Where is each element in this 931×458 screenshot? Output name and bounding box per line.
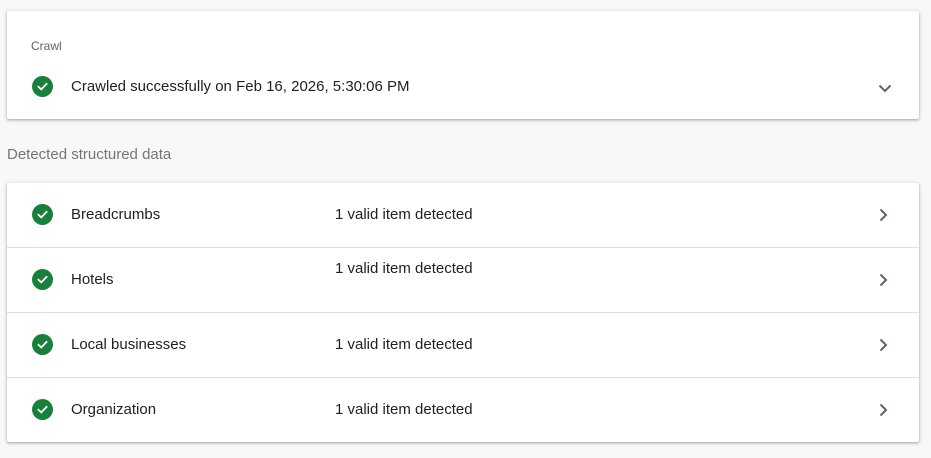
chevron-right-icon[interactable] (875, 207, 891, 223)
chevron-down-icon[interactable] (877, 80, 893, 96)
structured-data-status: 1 valid item detected (335, 401, 473, 418)
check-circle-icon (32, 204, 53, 225)
structured-data-name: Local businesses (71, 336, 187, 353)
chevron-right-icon[interactable] (875, 402, 891, 418)
crawl-status-row[interactable]: Crawled successfully on Feb 16, 2026, 5:… (7, 75, 919, 119)
crawl-card: Crawl Crawled successfully on Feb 16, 20… (7, 11, 919, 119)
check-circle-icon (32, 334, 53, 355)
structured-data-name: Hotels (71, 271, 114, 288)
structured-data-status: 1 valid item detected (335, 206, 473, 223)
structured-data-card: Breadcrumbs 1 valid item detected Hotels… (7, 183, 919, 442)
crawl-status-text: Crawled successfully on Feb 16, 2026, 5:… (71, 78, 410, 95)
check-circle-icon (32, 269, 53, 290)
structured-data-row-local-businesses[interactable]: Local businesses 1 valid item detected (7, 313, 919, 378)
structured-data-row-hotels[interactable]: Hotels 1 valid item detected (7, 248, 919, 313)
structured-data-heading: Detected structured data (7, 146, 172, 163)
chevron-right-icon[interactable] (875, 337, 891, 353)
structured-data-status: 1 valid item detected (335, 260, 473, 277)
check-circle-icon (32, 399, 53, 420)
chevron-right-icon[interactable] (875, 272, 891, 288)
structured-data-row-breadcrumbs[interactable]: Breadcrumbs 1 valid item detected (7, 183, 919, 248)
structured-data-row-organization[interactable]: Organization 1 valid item detected (7, 378, 919, 443)
check-circle-icon (32, 76, 53, 97)
structured-data-name: Breadcrumbs (71, 206, 161, 223)
structured-data-name: Organization (71, 401, 157, 418)
structured-data-status: 1 valid item detected (335, 336, 473, 353)
crawl-section-label: Crawl (31, 39, 62, 53)
